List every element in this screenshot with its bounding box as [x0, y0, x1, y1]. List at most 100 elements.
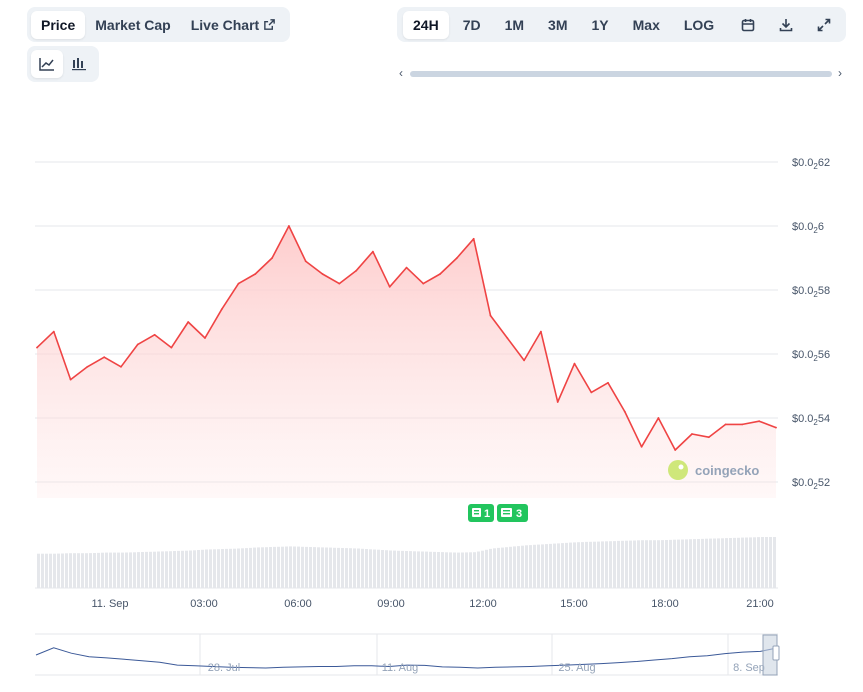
volume-bar — [237, 548, 240, 588]
volume-bar — [185, 550, 188, 588]
volume-bar — [361, 548, 364, 588]
volume-bar — [61, 553, 64, 588]
volume-bar — [381, 550, 384, 588]
navigator-handle[interactable] — [772, 645, 780, 661]
volume-bar — [481, 550, 484, 588]
volume-bar — [277, 546, 280, 588]
price-point — [540, 330, 542, 333]
price-point — [36, 346, 38, 349]
volume-bar — [661, 540, 664, 588]
volume-bar — [129, 552, 132, 588]
volume-bar — [593, 541, 596, 588]
volume-bar — [193, 550, 196, 588]
volume-bar — [689, 539, 692, 588]
volume-bar — [517, 546, 520, 588]
news-icon — [501, 508, 512, 517]
volume-bar — [165, 551, 168, 588]
volume-bar — [89, 553, 92, 588]
volume-bar — [569, 542, 572, 588]
volume-bar — [189, 550, 192, 588]
volume-bar — [65, 553, 68, 588]
volume-bar — [337, 547, 340, 588]
volume-bar — [409, 551, 412, 588]
volume-bar — [493, 548, 496, 588]
volume-bar — [181, 550, 184, 588]
volume-bar — [773, 537, 776, 588]
volume-bar — [321, 547, 324, 588]
volume-bar — [693, 539, 696, 588]
price-point — [204, 337, 206, 339]
volume-bar — [157, 551, 160, 588]
volume-bar — [557, 543, 560, 588]
event-badge-1[interactable]: 1 — [468, 504, 494, 522]
x-axis-label: 11. Sep — [91, 598, 128, 610]
volume-bar — [397, 550, 400, 588]
volume-bar — [733, 537, 736, 588]
x-axis-label: 21:00 — [746, 598, 774, 610]
price-point — [271, 257, 273, 259]
volume-bar — [97, 552, 100, 588]
volume-bar — [729, 538, 732, 588]
volume-bar — [633, 540, 636, 588]
price-point — [724, 423, 727, 426]
volume-bar — [657, 540, 660, 588]
y-axis-labels: $0.0262 $0.026 $0.0258 $0.0256 $0.0254 $0.025… — [792, 157, 830, 491]
volume-bar — [421, 551, 424, 588]
volume-bar — [417, 551, 420, 588]
x-axis-label: 09:00 — [377, 598, 405, 610]
navigator[interactable]: 28. Jul 11. Aug 25. Aug 8. Sep — [35, 633, 780, 676]
volume-bars — [37, 537, 776, 588]
volume-bar — [117, 552, 120, 588]
volume-bar — [685, 539, 688, 588]
volume-bar — [709, 538, 712, 588]
volume-bar — [221, 549, 224, 588]
coingecko-logo-text: coingecko — [695, 463, 759, 478]
price-point — [590, 391, 593, 394]
volume-bar — [345, 548, 348, 588]
price-point — [288, 225, 290, 227]
x-axis-label: 15:00 — [560, 598, 588, 610]
volume-bar — [625, 540, 628, 588]
volume-bar — [589, 541, 592, 588]
volume-bar — [573, 542, 576, 588]
volume-bar — [453, 552, 456, 588]
volume-bar — [485, 549, 488, 588]
volume-bar — [41, 553, 44, 588]
volume-bar — [365, 549, 368, 588]
volume-bar — [53, 553, 56, 588]
volume-bar — [745, 537, 748, 588]
volume-bar — [701, 538, 704, 588]
price-point — [103, 356, 106, 359]
volume-bar — [385, 550, 388, 588]
volume-bar — [753, 537, 756, 588]
volume-bar — [621, 540, 624, 588]
volume-bar — [413, 551, 416, 588]
volume-bar — [105, 552, 108, 588]
price-point — [187, 321, 190, 323]
price-point — [741, 423, 744, 426]
volume-bar — [209, 549, 212, 588]
volume-bar — [449, 552, 452, 588]
price-point — [707, 436, 710, 439]
price-chart[interactable]: $0.0262 $0.026 $0.0258 $0.0256 $0.0254 $0.025… — [0, 0, 863, 692]
volume-bar — [69, 553, 72, 588]
volume-bar — [161, 551, 164, 588]
volume-bar — [37, 553, 40, 588]
volume-bar — [393, 550, 396, 588]
volume-bar — [141, 552, 144, 588]
event-badge-2[interactable]: 3 — [497, 504, 528, 522]
y-axis-label: $0.0262 — [792, 157, 830, 171]
volume-bar — [225, 548, 228, 588]
volume-bar — [605, 541, 608, 588]
price-point — [304, 260, 307, 263]
volume-bar — [461, 552, 464, 588]
volume-bar — [153, 551, 156, 588]
volume-bar — [541, 544, 544, 588]
price-point — [506, 337, 509, 339]
volume-bar — [389, 550, 392, 588]
x-axis-label: 03:00 — [190, 598, 218, 610]
volume-bar — [125, 552, 128, 588]
volume-bar — [769, 537, 772, 588]
volume-bar — [705, 538, 708, 588]
volume-bar — [597, 541, 600, 588]
